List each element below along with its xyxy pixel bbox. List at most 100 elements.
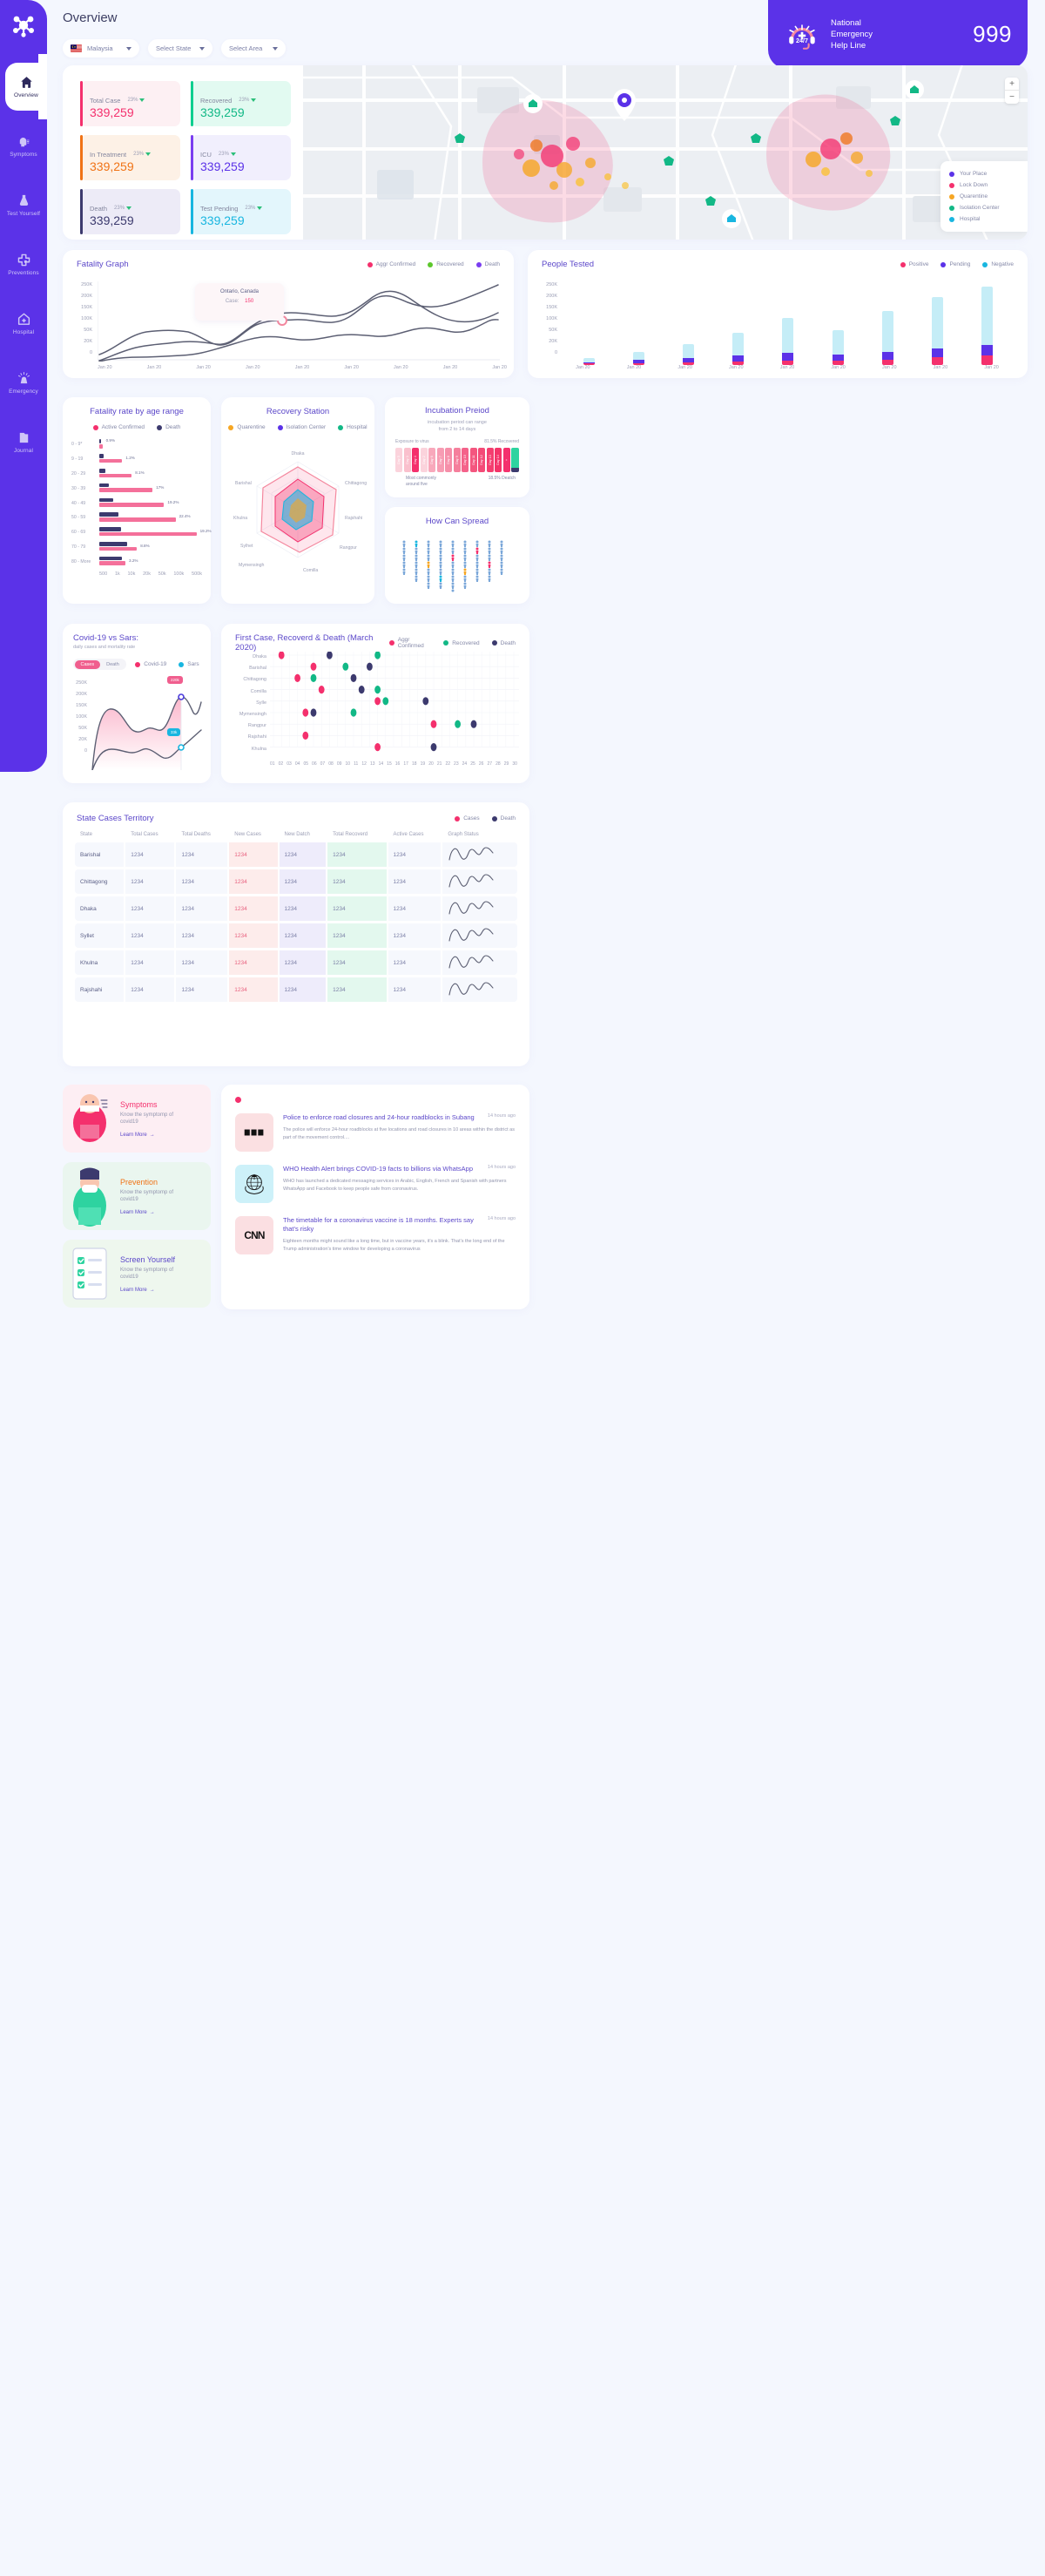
scatter-point[interactable] <box>302 731 309 740</box>
scatter-point[interactable] <box>310 708 317 717</box>
y-tick: 20K <box>84 339 92 344</box>
news-item[interactable]: CNN The timetable for a coronavirus vacc… <box>235 1216 516 1254</box>
sidebar-item-journal[interactable]: Journal <box>0 418 47 466</box>
table-row[interactable]: Chittagong 1234 1234 1234 1234 1234 1234 <box>75 869 517 894</box>
scatter-point[interactable] <box>382 697 389 706</box>
map-legend-item[interactable]: Your Place <box>949 168 1019 179</box>
tested-bar-group[interactable] <box>931 281 943 365</box>
info-card-prevention[interactable]: Prevention Know the symptomp of covid19 L… <box>63 1162 211 1230</box>
stat-card-death[interactable]: Death 23% 339,259 <box>80 189 180 234</box>
area-select[interactable]: Select Area <box>221 39 286 57</box>
tested-bar-group[interactable] <box>981 281 993 365</box>
info-card-screen yourself[interactable]: Screen Yourself Know the symptomp of covi… <box>63 1240 211 1308</box>
x-tick: 04 <box>294 761 300 767</box>
tested-bar-group[interactable] <box>732 281 745 365</box>
map-legend-item[interactable]: Quarentine <box>949 191 1019 202</box>
vs-toggle-death[interactable]: Death <box>100 660 125 669</box>
stat-card-test pending[interactable]: Test Pending 23% 339,259 <box>191 189 291 234</box>
news-title[interactable]: The timetable for a coronavirus vaccine … <box>283 1216 481 1234</box>
scatter-point[interactable] <box>278 652 285 659</box>
map-legend-item[interactable]: Lock Down <box>949 179 1019 191</box>
stat-card-icu[interactable]: ICU 23% 339,259 <box>191 135 291 180</box>
vs-legend-item: Sars <box>179 661 199 667</box>
table-row[interactable]: Barishal 1234 1234 1234 1234 1234 1234 <box>75 842 517 867</box>
table-column-header: Total Recoverd <box>333 832 368 837</box>
vs-toggle[interactable]: Cases Death <box>73 659 127 670</box>
stat-accent-bar <box>80 189 83 234</box>
scatter-point[interactable] <box>374 686 381 694</box>
info-card-symptoms[interactable]: Symptoms Know the symptomp of covid19 Lea… <box>63 1085 211 1153</box>
spread-person-icon <box>439 582 442 589</box>
tested-bar-group[interactable] <box>782 281 794 365</box>
map-legend-item[interactable]: Hospital <box>949 213 1019 225</box>
x-tick: Jan 20 <box>882 365 897 370</box>
tested-bar-group[interactable] <box>683 281 695 365</box>
scatter-point[interactable] <box>422 697 429 706</box>
sidebar-item-preventions[interactable]: Preventions <box>0 240 47 288</box>
scatter-point[interactable] <box>430 743 437 752</box>
sidebar-item-test-yourself[interactable]: Test Yourself <box>0 181 47 229</box>
scatter-point[interactable] <box>302 708 309 717</box>
scatter-point[interactable] <box>310 662 317 671</box>
sidebar-item-overview[interactable]: Overview <box>5 54 47 119</box>
x-tick: 13 <box>369 761 375 767</box>
scatter-point[interactable] <box>374 697 381 706</box>
map-zoom-controls[interactable]: + − <box>1005 78 1019 104</box>
x-tick: 21 <box>436 761 442 767</box>
scatter-point[interactable] <box>310 673 317 682</box>
headset-24-7-icon: 24/7 <box>784 17 820 53</box>
scatter-point[interactable] <box>374 652 381 659</box>
sidebar-item-hospital[interactable]: Hospital <box>0 300 47 348</box>
scatter-point[interactable] <box>430 720 437 728</box>
legend-label: Cases <box>463 815 480 821</box>
scatter-point[interactable] <box>294 673 300 682</box>
y-tick: 250K <box>546 282 557 287</box>
scatter-point[interactable] <box>342 662 349 671</box>
sidebar-item-emergency[interactable]: Emergency <box>0 359 47 407</box>
tested-bar-group[interactable] <box>633 281 645 365</box>
scatter-point[interactable] <box>327 652 333 659</box>
scatter-point[interactable] <box>455 720 461 728</box>
tested-bar-group[interactable] <box>583 281 596 365</box>
map-view[interactable]: + − Your Place Lock Down Quarentine Isol… <box>303 65 1028 240</box>
first-case-scatter-card: First Case, Recoverd & Death (March 2020… <box>221 624 529 783</box>
scatter-point[interactable] <box>318 686 325 694</box>
table-row[interactable]: Khulna 1234 1234 1234 1234 1234 1234 <box>75 950 517 975</box>
table-row[interactable]: Rajshahi 1234 1234 1234 1234 1234 1234 <box>75 977 517 1002</box>
scatter-point[interactable] <box>350 708 357 717</box>
tested-bar-group[interactable] <box>881 281 893 365</box>
country-select[interactable]: Malaysia <box>63 39 139 57</box>
info-card-learn-more-link[interactable]: Learn More → <box>120 1210 173 1215</box>
stat-card-recovered[interactable]: Recovered 23% 339,259 <box>191 81 291 126</box>
map-legend-item[interactable]: Isolation Center <box>949 202 1019 213</box>
age-row: 20 - 29 8.1% <box>71 467 204 482</box>
radar-label-barishal: Barishal <box>235 481 252 486</box>
map-zoom-out-button[interactable]: − <box>1005 91 1019 104</box>
info-card-learn-more-link[interactable]: Learn More → <box>120 1288 175 1293</box>
scatter-point[interactable] <box>358 686 365 694</box>
news-item[interactable]: WHO Health Alert brings COVID-19 facts t… <box>235 1165 516 1203</box>
vs-toggle-cases[interactable]: Cases <box>74 659 101 669</box>
stat-card-in treatment[interactable]: In Treatment 23% 339,259 <box>80 135 180 180</box>
person-mask-icon <box>63 1162 117 1230</box>
age-bars: 17% <box>99 483 204 494</box>
map-zoom-in-button[interactable]: + <box>1005 78 1019 91</box>
news-item[interactable]: Police to enforce road closures and 24-h… <box>235 1113 516 1152</box>
sidebar-item-symptoms[interactable]: Symptoms <box>0 122 47 170</box>
scatter-point[interactable] <box>367 662 373 671</box>
virus-logo-icon[interactable] <box>10 12 37 38</box>
emergency-helpline-banner[interactable]: 24/7 National Emergency Help Line 999 <box>768 0 1028 69</box>
table-row[interactable]: Dhaka 1234 1234 1234 1234 1234 1234 <box>75 896 517 921</box>
scatter-point[interactable] <box>470 720 477 728</box>
news-title[interactable]: Police to enforce road closures and 24-h… <box>283 1113 475 1122</box>
scatter-point[interactable] <box>374 743 381 752</box>
tested-bar-group[interactable] <box>832 281 844 365</box>
y-tick: 200K <box>81 294 92 299</box>
table-row[interactable]: Syllet 1234 1234 1234 1234 1234 1234 <box>75 923 517 948</box>
state-select[interactable]: Select State <box>148 39 212 57</box>
stat-card-total case[interactable]: Total Case 23% 339,259 <box>80 81 180 126</box>
scatter-point[interactable] <box>350 673 357 682</box>
news-title[interactable]: WHO Health Alert brings COVID-19 facts t… <box>283 1165 473 1173</box>
info-card-learn-more-link[interactable]: Learn More → <box>120 1132 173 1138</box>
table-column-header: New Datch <box>284 832 310 837</box>
